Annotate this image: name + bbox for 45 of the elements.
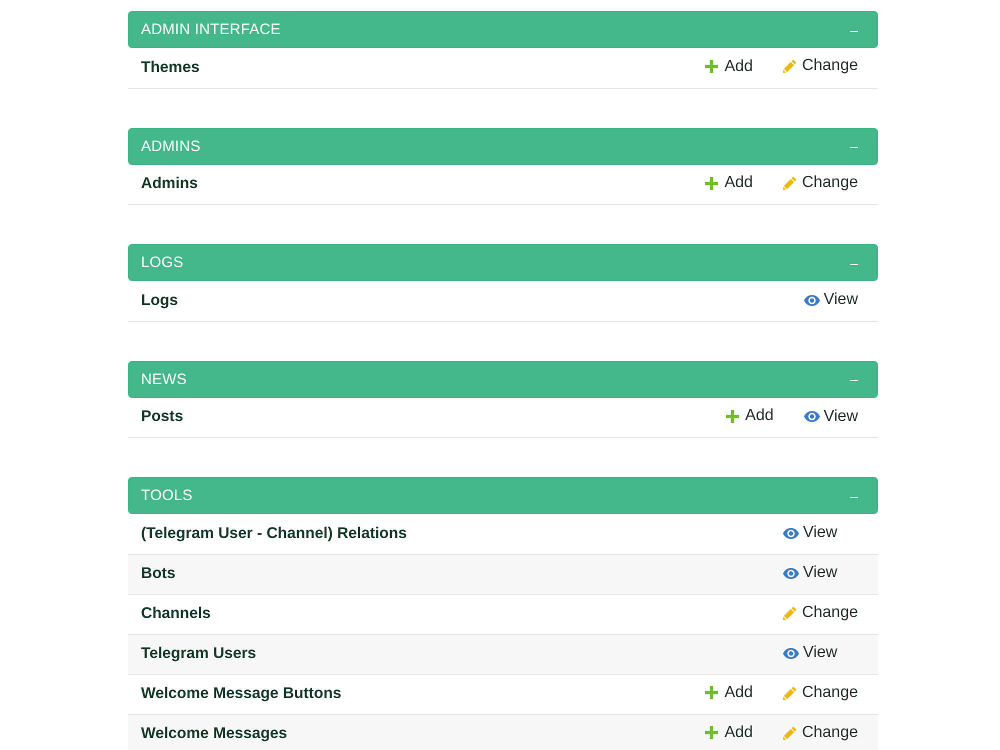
model-link[interactable]: Logs bbox=[141, 292, 178, 309]
add-link[interactable]: Add bbox=[705, 684, 753, 702]
eye-icon bbox=[782, 648, 799, 659]
module-title: ADMIN INTERFACE bbox=[141, 21, 281, 38]
pencil-icon bbox=[782, 726, 797, 740]
eye-icon bbox=[782, 528, 799, 538]
model-link[interactable]: (Telegram User - Channel) Relations bbox=[141, 524, 407, 542]
pencil-icon bbox=[782, 176, 797, 190]
model-link[interactable]: Admins bbox=[141, 175, 198, 192]
pencil-icon bbox=[782, 606, 797, 620]
change-link[interactable]: Change bbox=[782, 684, 858, 702]
model-link[interactable]: Themes bbox=[141, 58, 200, 76]
change-link[interactable]: Change bbox=[782, 604, 858, 622]
change-link[interactable]: Change bbox=[782, 57, 858, 76]
view-link[interactable]: View bbox=[782, 564, 838, 582]
pencil-icon bbox=[782, 59, 797, 74]
change-link[interactable]: Change bbox=[782, 724, 858, 742]
change-link[interactable]: Change bbox=[782, 174, 858, 192]
plus-icon bbox=[705, 176, 718, 190]
plus-icon bbox=[705, 726, 718, 740]
module-title: ADMINS bbox=[141, 138, 201, 154]
add-link[interactable]: Add bbox=[705, 58, 753, 76]
add-link[interactable]: Add bbox=[705, 724, 753, 742]
model-link[interactable]: Channels bbox=[141, 605, 211, 622]
plus-icon bbox=[726, 410, 740, 422]
model-link[interactable]: Bots bbox=[141, 565, 176, 582]
eye-icon bbox=[782, 568, 799, 579]
eye-icon bbox=[804, 411, 820, 422]
pencil-icon bbox=[782, 686, 797, 700]
model-link[interactable]: Welcome Message Buttons bbox=[141, 685, 342, 702]
module-title: NEWS bbox=[141, 370, 187, 388]
add-link[interactable]: Add bbox=[705, 174, 753, 192]
model-link[interactable]: Telegram Users bbox=[141, 645, 256, 662]
view-link[interactable]: View bbox=[804, 408, 858, 426]
plus-icon bbox=[705, 686, 718, 700]
eye-icon bbox=[804, 294, 820, 306]
add-link[interactable]: Add bbox=[726, 407, 774, 425]
module-title: TOOLS bbox=[141, 487, 193, 504]
model-link[interactable]: Posts bbox=[141, 408, 184, 426]
model-link[interactable]: Welcome Messages bbox=[141, 725, 288, 742]
view-link[interactable]: View bbox=[804, 291, 858, 309]
view-link[interactable]: View bbox=[782, 644, 838, 662]
plus-icon bbox=[705, 60, 718, 73]
module-title: LOGS bbox=[141, 254, 184, 271]
view-link[interactable]: View bbox=[782, 524, 838, 542]
